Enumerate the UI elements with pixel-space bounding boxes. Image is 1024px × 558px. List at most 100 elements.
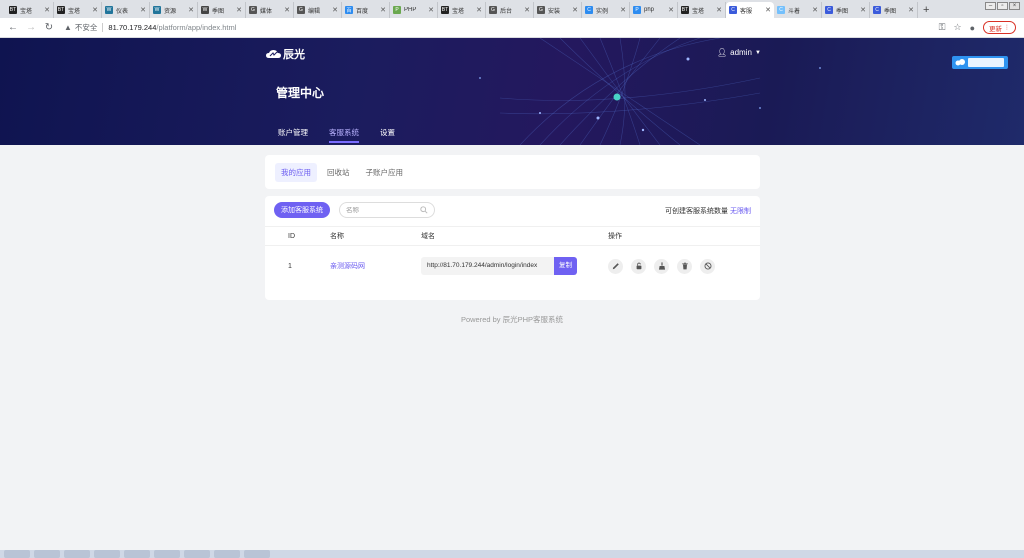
tab-close-icon[interactable]: ✕ [476,6,482,14]
quota-info: 可创建客服系统数量 无限制 [665,206,751,216]
tab-label: 季图 [884,8,897,15]
taskbar-item[interactable] [214,550,240,558]
browser-tab[interactable]: W 季图 ✕ [198,2,246,18]
browser-tab[interactable]: BT 宝塔 ✕ [54,2,102,18]
reload-icon[interactable]: ↻ [42,22,56,33]
taskbar-item[interactable] [34,550,60,558]
search-box [339,202,435,218]
hero-background-graphic [479,38,821,145]
taskbar-item[interactable] [94,550,120,558]
domain-value[interactable]: http://81.70.179.244/admin/login/index [421,257,554,275]
taskbar-item[interactable] [124,550,150,558]
tab-close-icon[interactable]: ✕ [620,6,626,14]
cloud-widget[interactable] [952,56,1008,69]
restore-icon[interactable]: ▫ [997,2,1008,10]
delete-button[interactable] [677,258,692,274]
browser-tab[interactable]: G 媒体 ✕ [246,2,294,18]
tab-close-icon[interactable]: ✕ [44,6,50,14]
copy-button[interactable]: 复制 [554,257,577,275]
tab-close-icon[interactable]: ✕ [188,6,194,14]
ban-icon [704,262,711,270]
window-close-icon[interactable]: × [1009,2,1020,10]
browser-tab[interactable]: G 后台 ✕ [486,2,534,18]
lock-button[interactable] [631,258,646,274]
taskbar-item[interactable] [4,550,30,558]
browser-tab[interactable]: C 季图 ✕ [822,2,870,18]
tab-close-icon[interactable]: ✕ [332,6,338,14]
browser-tab[interactable]: BT 宝塔 ✕ [438,2,486,18]
tab-label: 仪表 [116,8,129,15]
tab-list: BT 宝塔 ✕ BT 宝塔 ✕ W 仪表 ✕ W 资源 ✕ W 季图 ✕ G 媒体 ✕ G 编辑 ✕ 百百度 ✕ P PHP ✕ B… [6,0,918,18]
tab-favicon-icon: C [825,6,833,14]
browser-tab[interactable]: C 实例 ✕ [582,2,630,18]
new-tab-button[interactable]: + [923,2,929,18]
profile-icon[interactable]: ● [970,23,975,33]
tab-label: 斗着 [788,8,801,15]
brand-logo[interactable]: 辰光 [266,46,305,62]
browser-tab[interactable]: P PHP ✕ [390,2,438,18]
header-name: 名称 [330,233,344,240]
browser-tab[interactable]: BT 宝塔 ✕ [6,2,54,18]
browser-tab[interactable]: W 仪表 ✕ [102,2,150,18]
update-label: 更新 [989,25,1002,33]
tab-close-icon[interactable]: ✕ [236,6,242,14]
browser-tab[interactable]: W 资源 ✕ [150,2,198,18]
tab-label: 百度 [356,8,369,15]
tab-close-icon[interactable]: ✕ [860,6,866,14]
taskbar-item[interactable] [244,550,270,558]
tab-favicon-icon: G [489,6,497,14]
tab-close-icon[interactable]: ✕ [572,6,578,14]
user-menu[interactable]: 👤︎ admin ▼ [717,48,761,57]
browser-tab-strip: BT 宝塔 ✕ BT 宝塔 ✕ W 仪表 ✕ W 资源 ✕ W 季图 ✕ G 媒体 ✕ G 编辑 ✕ 百百度 ✕ P PHP ✕ B… [0,0,1024,18]
subtab[interactable]: 子账户应用 [360,163,410,182]
subtab[interactable]: 回收站 [321,163,356,182]
taskbar-item[interactable] [64,550,90,558]
minimize-icon[interactable]: – [985,2,996,10]
nav-item[interactable]: 设置 [380,127,395,143]
tab-close-icon[interactable]: ✕ [524,6,530,14]
disable-button[interactable] [700,258,715,274]
browser-tab[interactable]: BT 宝塔 ✕ [678,2,726,18]
tab-close-icon[interactable]: ✕ [140,6,146,14]
subtab[interactable]: 我的应用 [275,162,317,182]
browser-tab[interactable]: Pphp ✕ [630,2,678,18]
tab-close-icon[interactable]: ✕ [812,6,818,14]
tab-close-icon[interactable]: ✕ [716,6,722,14]
back-icon[interactable]: ← [6,22,20,33]
browser-tab[interactable]: C 客服 ✕ [726,2,774,18]
search-input[interactable] [346,206,416,214]
tab-close-icon[interactable]: ✕ [765,6,771,14]
clear-button[interactable] [654,258,669,274]
tab-label: 后台 [500,8,513,15]
browser-tab[interactable]: G 编辑 ✕ [294,2,342,18]
address-bar[interactable]: ▲ 不安全 81.70.179.244/platform/app/index.h… [64,21,944,35]
tab-close-icon[interactable]: ✕ [380,6,386,14]
os-taskbar [0,550,1024,558]
taskbar-item[interactable] [154,550,180,558]
tab-close-icon[interactable]: ✕ [284,6,290,14]
row-name-link[interactable]: 亲测源码网 [330,261,365,271]
browser-tab[interactable]: C 斗着 ✕ [774,2,822,18]
tab-close-icon[interactable]: ✕ [92,6,98,14]
search-icon[interactable] [420,206,428,214]
star-icon[interactable]: ☆ [953,22,961,33]
tab-label: php [644,7,655,13]
footer-text: Powered by 辰光PHP客服系统 [460,315,564,324]
browser-tab[interactable]: G 安装 ✕ [534,2,582,18]
tab-favicon-icon: G [297,6,305,14]
taskbar-item[interactable] [184,550,210,558]
update-button[interactable]: 更新 ⋮ [983,21,1016,34]
add-service-button[interactable]: 添加客服系统 [274,202,330,218]
page-title: 管理中心 [276,86,325,100]
nav-item[interactable]: 账户管理 [278,127,308,143]
tab-close-icon[interactable]: ✕ [668,6,674,14]
tab-close-icon[interactable]: ✕ [908,6,914,14]
window-controls: – ▫ × [985,2,1020,10]
edit-button[interactable] [608,258,623,274]
nav-item[interactable]: 客服系统 [329,127,359,143]
key-icon[interactable]: ⚿ [939,22,946,33]
browser-tab[interactable]: 百百度 ✕ [342,2,390,18]
tab-close-icon[interactable]: ✕ [428,6,434,14]
forward-icon[interactable]: → [24,22,38,33]
browser-tab[interactable]: C 季图 ✕ [870,2,918,18]
